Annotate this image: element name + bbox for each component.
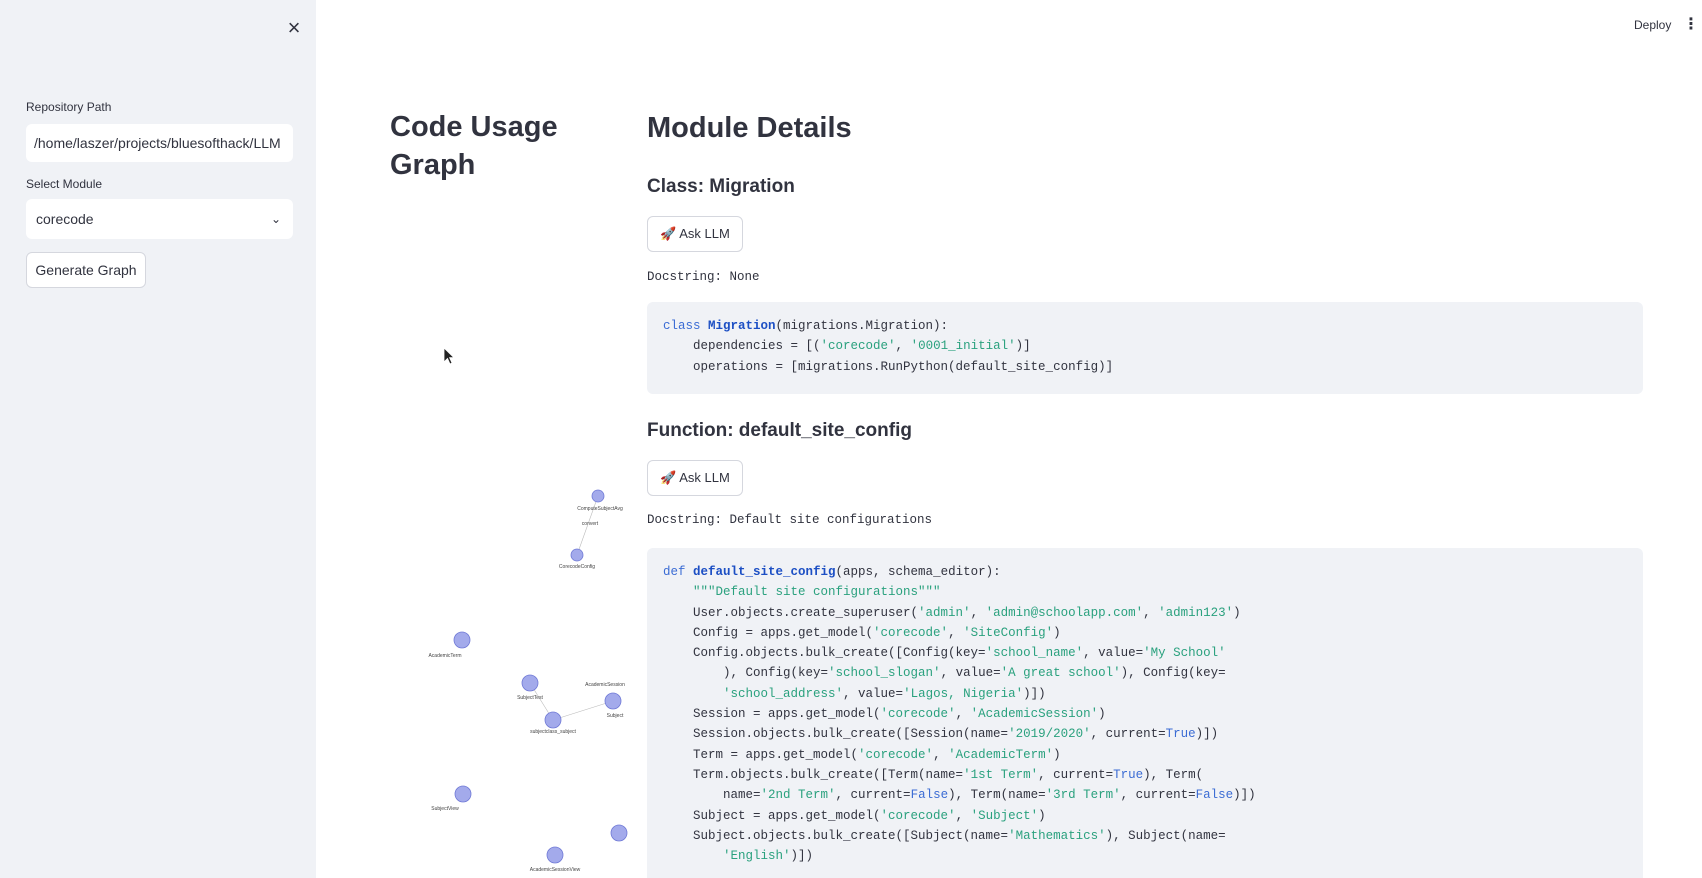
code-line: def default_site_config(apps, schema_edi… [663, 565, 1001, 579]
code-line: ), Config(key='school_slogan', value='A … [663, 666, 1226, 681]
sidebar: × Repository Path /home/laszer/projects/… [0, 0, 316, 878]
code-line: Subject.objects.bulk_create([Subject(nam… [663, 828, 1226, 843]
graph-node[interactable] [521, 674, 539, 692]
docstring-default-site-config: Docstring: Default site configurations [647, 513, 933, 527]
graph-node[interactable] [610, 824, 628, 842]
graph-title: Code Usage Graph [390, 111, 558, 181]
graph-node[interactable] [604, 692, 622, 710]
graph-node-label: ComputeSubjectAvg [577, 506, 623, 512]
code-block-default-site-config: def default_site_config(apps, schema_edi… [647, 548, 1643, 878]
graph-node[interactable] [544, 711, 562, 729]
graph-node[interactable] [591, 489, 605, 503]
mouse-cursor-icon [443, 347, 455, 365]
module-select-label: Select Module [26, 177, 103, 191]
module-select-value: corecode [36, 211, 94, 227]
graph-node[interactable] [454, 785, 472, 803]
section-title-default-site-config: Function: default_site_config [647, 420, 912, 441]
code-line: Term.objects.bulk_create([Term(name='1st… [663, 767, 1204, 782]
code-line: 'school_address', value='Lagos, Nigeria'… [723, 686, 1046, 701]
ask-llm-button[interactable]: 🚀 Ask LLM [647, 216, 743, 252]
graph-node-label: SubjectView [431, 806, 459, 812]
code-usage-graph[interactable]: ComputeSubjectAvg convert CorecodeConfig… [420, 470, 640, 878]
code-line: name='2nd Term', current=False), Term(na… [663, 788, 1256, 803]
deploy-button[interactable]: Deploy [1634, 18, 1671, 32]
code-line: Term = apps.get_model('corecode', 'Acade… [663, 747, 1061, 762]
repo-path-label: Repository Path [26, 100, 112, 114]
graph-node[interactable] [570, 548, 584, 562]
code-line: class Migration(migrations.Migration): [663, 319, 949, 333]
graph-node-label: AcademicTerm [428, 653, 461, 659]
graph-node-label: SubjectTest [517, 695, 543, 701]
graph-node-label: AcademicSession [585, 682, 625, 688]
generate-graph-button[interactable]: Generate Graph [26, 252, 146, 288]
docstring-migration: Docstring: None [647, 270, 760, 284]
graph-node-label: subjectclass_subject [530, 729, 576, 735]
ask-llm-label: Ask LLM [679, 226, 730, 241]
section-title-migration: Class: Migration [647, 176, 795, 197]
graph-node[interactable] [453, 631, 471, 649]
code-line: Session = apps.get_model('corecode', 'Ac… [663, 707, 1106, 722]
code-line: """Default site configurations""" [663, 585, 941, 600]
module-select[interactable]: corecode ⌄ [26, 199, 293, 239]
code-block-migration: class Migration(migrations.Migration): d… [647, 302, 1643, 394]
repo-path-input[interactable]: /home/laszer/projects/bluesofthack/LLM [26, 124, 293, 162]
code-line: Session.objects.bulk_create([Session(nam… [663, 727, 1219, 742]
graph-node-label: CorecodeConfig [559, 564, 595, 570]
graph-node-label: Subject [607, 713, 624, 719]
code-line: Subject = apps.get_model('corecode', 'Su… [663, 808, 1046, 823]
chevron-down-icon: ⌄ [270, 212, 281, 226]
ask-llm-label: Ask LLM [679, 470, 730, 485]
graph-node[interactable] [546, 846, 564, 864]
code-line: User.objects.create_superuser('admin', '… [663, 605, 1241, 620]
code-line: Config.objects.bulk_create([Config(key='… [663, 646, 1226, 661]
graph-node-label: convert [582, 521, 599, 527]
module-details-heading: Module Details [647, 112, 852, 144]
rocket-icon: 🚀 [660, 470, 677, 485]
graph-edge [552, 700, 614, 721]
graph-node-label: AcademicSessionView [530, 867, 581, 873]
code-line: Config = apps.get_model('corecode', 'Sit… [663, 625, 1061, 640]
more-options-icon[interactable]: ⋮ [1683, 14, 1699, 34]
ask-llm-button[interactable]: 🚀 Ask LLM [647, 460, 743, 496]
code-line: 'English')]) [723, 849, 814, 864]
code-line: dependencies = [('corecode', '0001_initi… [663, 339, 1031, 354]
close-sidebar-icon[interactable]: × [282, 16, 306, 40]
rocket-icon: 🚀 [660, 226, 677, 241]
code-line: operations = [migrations.RunPython(defau… [663, 359, 1114, 374]
